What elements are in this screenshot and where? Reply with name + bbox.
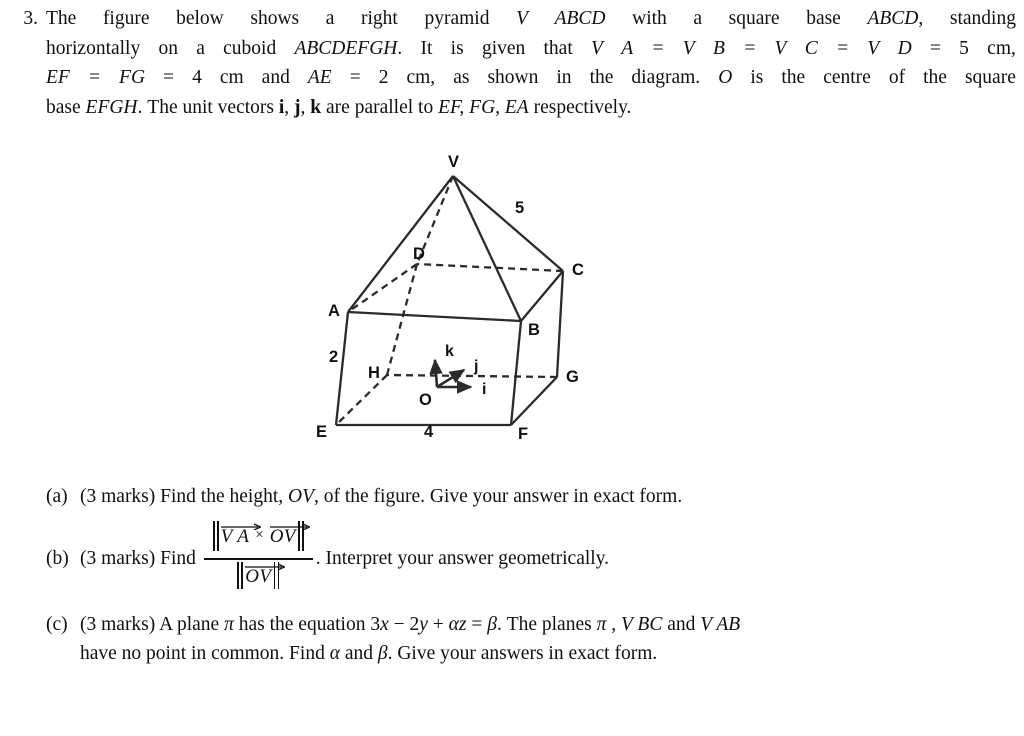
part-c-marks: (3 marks) (80, 613, 156, 635)
part-a-label: (a) (46, 486, 68, 507)
part-c: (c) (3 marks) A plane π has the equation… (46, 610, 1006, 669)
alpha-symbol: α (448, 613, 459, 635)
edge-AB (347, 310, 522, 323)
part-c-line1-b: has the equation 3 (233, 613, 381, 635)
vector-ov-numerator: OV (269, 523, 310, 548)
part-c-equals: = (466, 613, 488, 635)
vector-arrow-j (436, 368, 466, 389)
vector-va: V A (220, 523, 261, 548)
edge-VA (347, 175, 454, 313)
edge-CD (416, 262, 564, 273)
part-c-line-1: (3 marks) A plane π has the equation 3x … (80, 610, 1006, 640)
part-c-line1-d: , (606, 613, 621, 635)
norm-numerator: V A × OV (212, 520, 310, 551)
label-k-vector: k (445, 343, 454, 360)
plane-vbc: V BC (621, 613, 663, 635)
dimension-label-cuboid-height: 2 (329, 348, 338, 366)
part-b-find-word: Find (160, 547, 196, 569)
label-i-vector: i (482, 381, 486, 398)
part-c-text: (3 marks) A plane π has the equation 3x … (80, 610, 1006, 669)
part-c-label: (c) (46, 613, 68, 635)
part-a-marks: (3 marks) (80, 486, 156, 507)
part-a-text-after: , of the figure. Give your answer in exa… (313, 486, 683, 507)
fraction-denominator: OV (228, 560, 288, 595)
part-c-minus: − 2 (388, 613, 420, 635)
vector-arrow-va (220, 523, 261, 531)
dimension-label-slant-edge-length: 5 (515, 199, 524, 217)
edge-BF (509, 320, 523, 426)
vertex-label-v: V (448, 153, 459, 171)
stem-line-3: EF = FG = 4 cm and AE = 2 cm, as shown in the diagram. O… (46, 67, 1016, 88)
part-c-line2-b: and (339, 643, 378, 665)
part-a-math-ov: OV (287, 486, 314, 507)
variable-x: x (380, 613, 389, 635)
part-b: (b) (3 marks) Find V A × OV OV . Interpr… (46, 520, 1006, 596)
part-c-line2-c: . Give your answers in exact form. (387, 643, 658, 665)
edge-VC (452, 175, 564, 272)
edge-VB (451, 175, 523, 322)
vector-triad (429, 358, 473, 394)
part-a-text-before: Find the height, (155, 486, 288, 507)
vertex-label-d: D (413, 245, 425, 263)
norm-denominator: OV (236, 561, 286, 589)
vector-ov-denominator: OV (245, 563, 286, 588)
part-c-line1-e: and (662, 613, 701, 635)
part-a-text: (3 marks) Find the height, OV, of the fi… (80, 482, 1006, 512)
pi-symbol-2: π (596, 613, 607, 635)
diagram-svg: V A B C D E F G H O 5 2 4 k ji (316, 153, 584, 443)
diagram-labels: V A B C D E F G H O 5 2 4 k ji (316, 153, 584, 443)
part-b-fraction: V A × OV OV (203, 520, 313, 595)
part-c-plus: + (427, 613, 449, 635)
question-text: The figure below shows a right pyramid V ABCD wit… (46, 4, 1016, 122)
stem-line-2: horizontally on a cuboid ABCDEFGH. It is given t… (46, 37, 1016, 59)
label-j-vector: j (473, 358, 478, 375)
part-c-line1-c: . The planes (496, 613, 597, 635)
exam-question-page: 3. The figure below shows a right pyramid V ABCD… (0, 0, 1024, 736)
vector-arrow-ov-denominator (245, 563, 286, 571)
norm-bar-left-outer (212, 520, 215, 551)
den-norm-bar-left-outer (237, 561, 240, 589)
stem-line-4: base EFGH. The unit vectors i, j, k are … (46, 96, 632, 118)
pyramid-on-cuboid-diagram: V A B C D E F G H O 5 2 4 k ji (300, 150, 630, 470)
beta-symbol-2: β (377, 643, 388, 665)
vertex-label-g: G (566, 368, 579, 386)
vector-arrow-k (429, 358, 443, 388)
question-stem: 3. The figure below shows a right pyramid V ABCD… (8, 4, 1016, 122)
edge-HE (335, 374, 388, 426)
pi-symbol: π (224, 613, 234, 635)
vector-arrow-ov-numerator (269, 523, 310, 531)
edge-BC (520, 270, 564, 322)
edge-AE (334, 311, 350, 426)
vertex-label-c: C (572, 261, 584, 279)
part-b-text: (3 marks) Find V A × OV OV . Interpret y… (80, 520, 1006, 596)
stem-line-1: The figure below shows a right pyramid V ABCD wit… (46, 8, 1016, 29)
question-parts: (a) (3 marks) Find the height, OV, of th… (46, 482, 1006, 675)
vertex-label-f: F (518, 425, 528, 443)
den-norm-bar-left-inner (241, 561, 244, 589)
part-c-line2-a: have no point in common. Find (80, 643, 330, 665)
alpha-symbol-2: α (329, 643, 340, 665)
vertex-label-a: A (328, 302, 340, 320)
norm-bar-left-inner (216, 520, 219, 551)
variable-y: y (419, 613, 428, 635)
plane-vab: V AB (700, 613, 741, 635)
vertex-label-h: H (368, 364, 380, 382)
part-b-label: (b) (46, 547, 69, 569)
part-b-marks: (3 marks) (80, 547, 156, 569)
vertex-label-b: B (528, 321, 540, 339)
part-a: (a) (3 marks) Find the height, OV, of th… (46, 482, 1006, 512)
fraction-numerator: V A × OV (204, 520, 313, 559)
question-number: 3. (23, 8, 38, 29)
part-b-tail: . Interpret your answer geometrically. (315, 547, 610, 569)
dimension-label-base-edge-length: 4 (424, 423, 434, 441)
part-c-line-2: have no point in common. Find α and β. G… (80, 639, 1006, 669)
beta-symbol: β (487, 613, 497, 635)
edge-CG (555, 270, 565, 378)
part-c-line1-a: A plane (155, 613, 225, 635)
edge-FG (510, 376, 558, 426)
vertex-label-e: E (316, 423, 327, 441)
edge-GH (386, 373, 558, 379)
vertex-label-o: O (419, 391, 432, 409)
